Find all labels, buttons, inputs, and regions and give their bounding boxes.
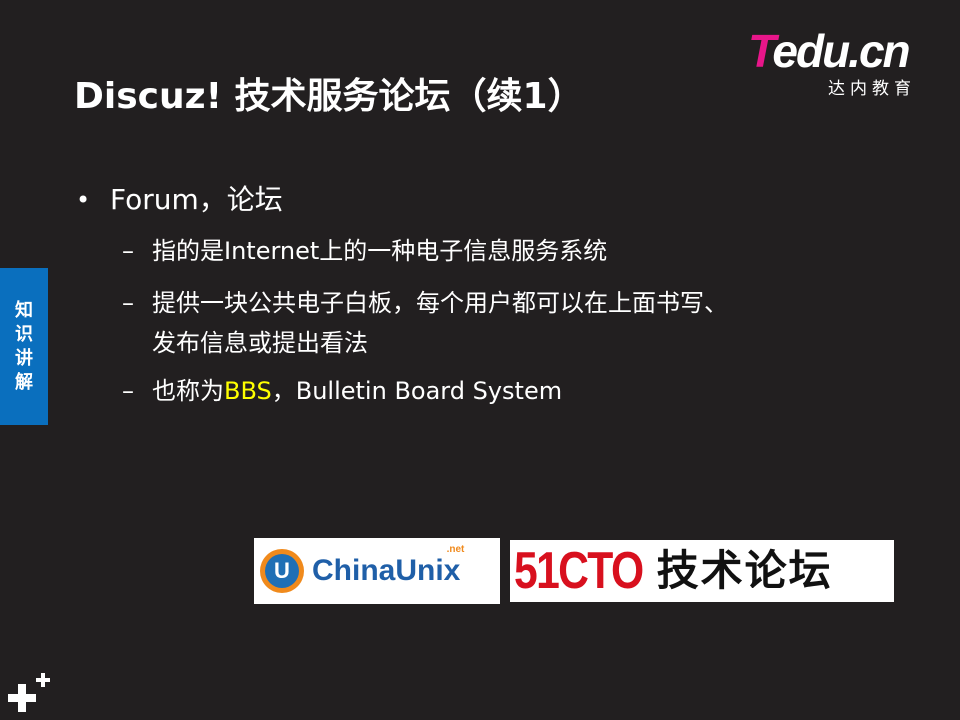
subbullet-text: 也称为BBS，Bulletin Board System (152, 377, 563, 405)
logo-wordmark: Tedu.cn (748, 25, 911, 77)
subbullet-text-line2: 发布信息或提出看法 (152, 329, 368, 357)
plus-icon (8, 673, 50, 712)
subbullet-marker: – (122, 237, 134, 265)
bullet-text: Forum，论坛 (110, 183, 283, 216)
subbullet-text-line1: 提供一块公共电子白板，每个用户都可以在上面书写、 (152, 289, 728, 317)
51cto-forum-text: 技术论坛 (656, 546, 833, 595)
side-tab-label: 知识讲解 (15, 299, 33, 393)
slide-title: Discuz! 技术服务论坛（续1） (74, 76, 584, 117)
logo-subtitle: 达内教育 (828, 79, 916, 99)
51cto-wordmark: 51CTO (514, 542, 644, 600)
subbullet-text: 指的是Internet上的一种电子信息服务系统 (152, 237, 608, 265)
chinaunix-logo: U ChinaUnix .net (254, 538, 500, 604)
chinaunix-icon: U (260, 549, 304, 593)
subbullet-marker: – (122, 377, 134, 405)
bullet-marker: • (76, 186, 91, 214)
51cto-logo: 51CTO 技术论坛 (510, 540, 894, 602)
chinaunix-wordmark: ChinaUnix .net (312, 544, 465, 587)
subbullet-marker: – (122, 289, 134, 317)
side-tab: 知识讲解 (0, 268, 48, 425)
bbs-highlight: BBS (224, 377, 272, 405)
tedu-logo: Tedu.cn 达内教育 (748, 25, 934, 99)
